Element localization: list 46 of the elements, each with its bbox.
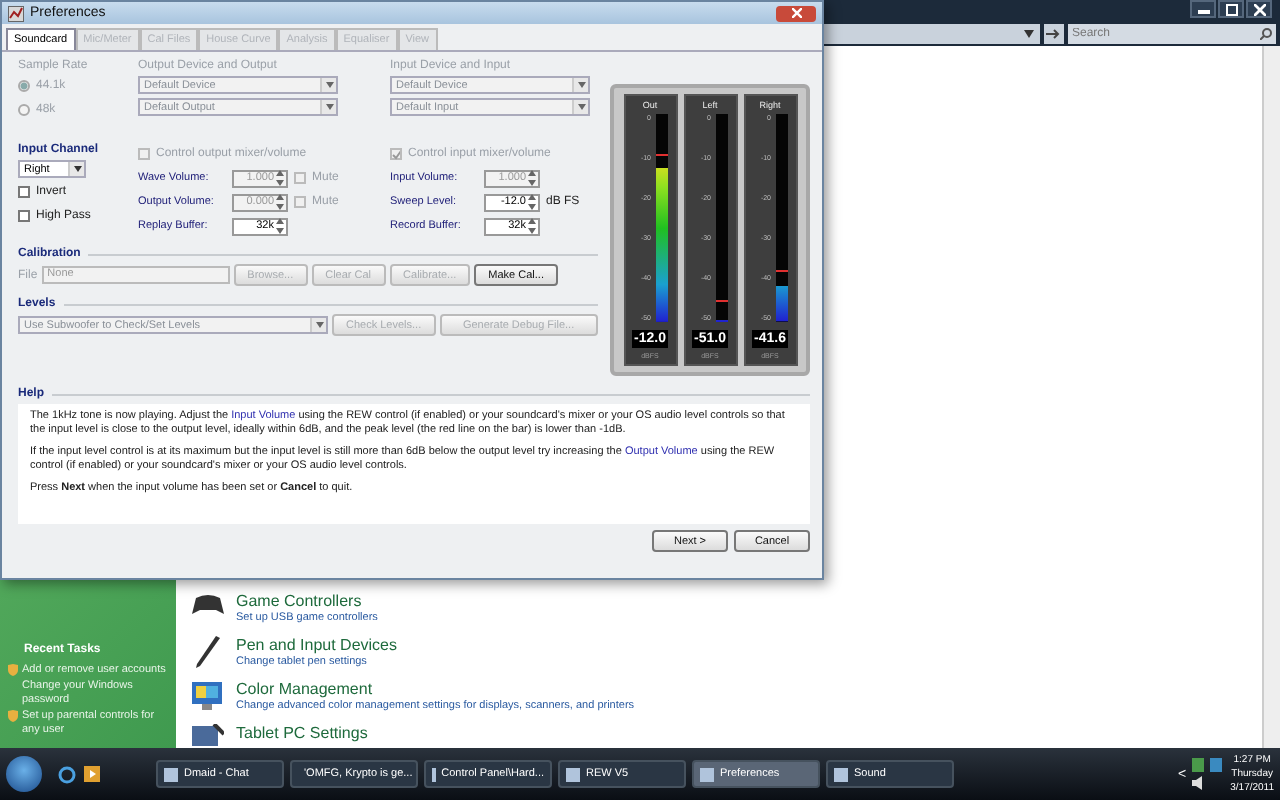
up-down-arrows-icon [528,218,536,234]
search-icon [1260,27,1272,39]
caret-icon [325,82,333,88]
close-icon [791,8,801,18]
pen-icon [192,636,224,668]
window-icon [700,767,714,781]
app-icon [8,5,24,21]
close-button[interactable] [776,5,816,21]
up-down-arrows-icon [528,170,536,186]
gamepad-icon [192,592,224,616]
caret-icon [1024,29,1034,37]
category-link[interactable]: Pen and Input Devices [236,636,397,654]
category-link[interactable]: Tablet PC Settings [236,724,368,742]
address-bar[interactable] [820,23,1040,43]
color-monitor-icon [192,680,224,712]
tray-icons[interactable] [1192,758,1225,772]
caret-icon [315,322,323,328]
up-down-arrows-icon [528,194,536,210]
maximize-icon [1225,3,1237,15]
arrow-icon [1046,27,1062,39]
refresh-button[interactable] [1044,23,1064,43]
window-icon [834,767,848,781]
up-down-arrows-icon [276,170,284,186]
window-icon [164,767,178,781]
caret-icon [325,104,333,110]
checkbox[interactable] [18,186,30,198]
shield-icon [8,710,18,722]
minimize-icon [1197,5,1209,13]
up-down-arrows-icon [276,218,284,234]
category-link[interactable]: Color Management [236,680,635,698]
category-link[interactable]: Game Controllers [236,592,378,610]
tablet-icon [192,724,224,748]
minimize-button[interactable] [1190,0,1216,18]
browser-icon[interactable] [58,765,76,783]
checkbox[interactable] [18,210,30,222]
scrollbar[interactable] [1262,46,1280,748]
maximize-button[interactable] [1218,0,1244,18]
close-button[interactable] [1246,0,1272,18]
shield-icon [8,663,18,675]
caret-icon [577,82,585,88]
window-icon [566,767,580,781]
start-button[interactable] [6,756,42,792]
close-icon [1253,3,1265,15]
caret-icon [577,104,585,110]
up-down-arrows-icon [276,194,284,210]
caret-icon [73,166,81,172]
